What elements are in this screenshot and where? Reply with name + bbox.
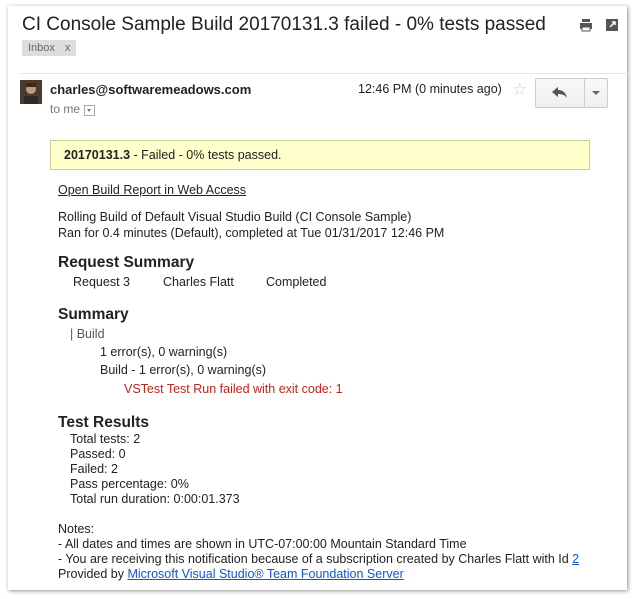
request-id: Request 3 xyxy=(73,275,130,289)
note-subscription-text: - You are receiving this notification be… xyxy=(58,552,573,566)
note-subscription: - You are receiving this notification be… xyxy=(58,552,579,566)
more-actions-button[interactable] xyxy=(585,79,607,107)
provided-by-text: Provided by xyxy=(58,567,128,581)
header-actions xyxy=(579,18,619,32)
label-text: Inbox xyxy=(28,42,55,54)
test-results-heading: Test Results xyxy=(58,414,150,431)
build-status-text: - Failed - 0% tests passed. xyxy=(130,148,282,162)
recipient-label: to me xyxy=(50,102,81,116)
request-state: Completed xyxy=(266,275,327,289)
tfs-link[interactable]: Microsoft Visual Studio® Team Foundation… xyxy=(127,567,403,581)
star-icon[interactable]: ☆ xyxy=(512,80,527,100)
received-time: 12:46 PM (0 minutes ago) xyxy=(358,82,502,96)
recipient-line: to me xyxy=(50,102,96,116)
run-duration: Total run duration: 0:00:01.373 xyxy=(70,492,240,506)
build-report-link[interactable]: Open Build Report in Web Access xyxy=(58,183,246,197)
email-subject: CI Console Sample Build 20170131.3 faile… xyxy=(22,14,546,35)
subscription-id-link[interactable]: 2 xyxy=(572,552,579,566)
pass-percentage: Pass percentage: 0% xyxy=(70,477,189,491)
summary-errors: 1 error(s), 0 warning(s) xyxy=(100,345,228,359)
request-summary-heading: Request Summary xyxy=(58,254,195,271)
passed-tests: Passed: 0 xyxy=(70,447,126,461)
failed-tests: Failed: 2 xyxy=(70,462,118,476)
print-icon[interactable] xyxy=(579,18,593,32)
summary-build-detail: Build - 1 error(s), 0 warning(s) xyxy=(100,363,267,377)
notes-heading: Notes: xyxy=(58,522,95,536)
build-duration: Ran for 0.4 minutes (Default), completed… xyxy=(58,226,445,240)
remove-label-button[interactable]: x xyxy=(65,42,71,54)
build-description: Rolling Build of Default Visual Studio B… xyxy=(58,210,412,224)
reply-button[interactable] xyxy=(536,79,585,107)
error-message: VSTest Test Run failed with exit code: 1 xyxy=(124,382,343,396)
reply-icon xyxy=(552,87,567,98)
build-status-banner: 20170131.3 - Failed - 0% tests passed. xyxy=(50,140,590,170)
chevron-down-icon xyxy=(592,91,600,95)
summary-build: | Build xyxy=(70,327,105,341)
show-details-icon[interactable] xyxy=(84,104,96,116)
sender-email[interactable]: charles@softwaremeadows.com xyxy=(50,82,251,97)
reply-button-group xyxy=(535,78,608,108)
build-number: 20170131.3 xyxy=(64,148,131,162)
provided-by: Provided by Microsoft Visual Studio® Tea… xyxy=(58,567,404,581)
avatar xyxy=(20,80,42,104)
request-user: Charles Flatt xyxy=(163,275,234,289)
open-in-new-window-icon[interactable] xyxy=(605,18,619,32)
summary-heading: Summary xyxy=(58,306,129,323)
header-divider xyxy=(20,73,629,74)
inbox-label-chip: Inbox x xyxy=(22,40,77,56)
note-timezone: - All dates and times are shown in UTC-0… xyxy=(58,537,467,551)
total-tests: Total tests: 2 xyxy=(70,432,141,446)
